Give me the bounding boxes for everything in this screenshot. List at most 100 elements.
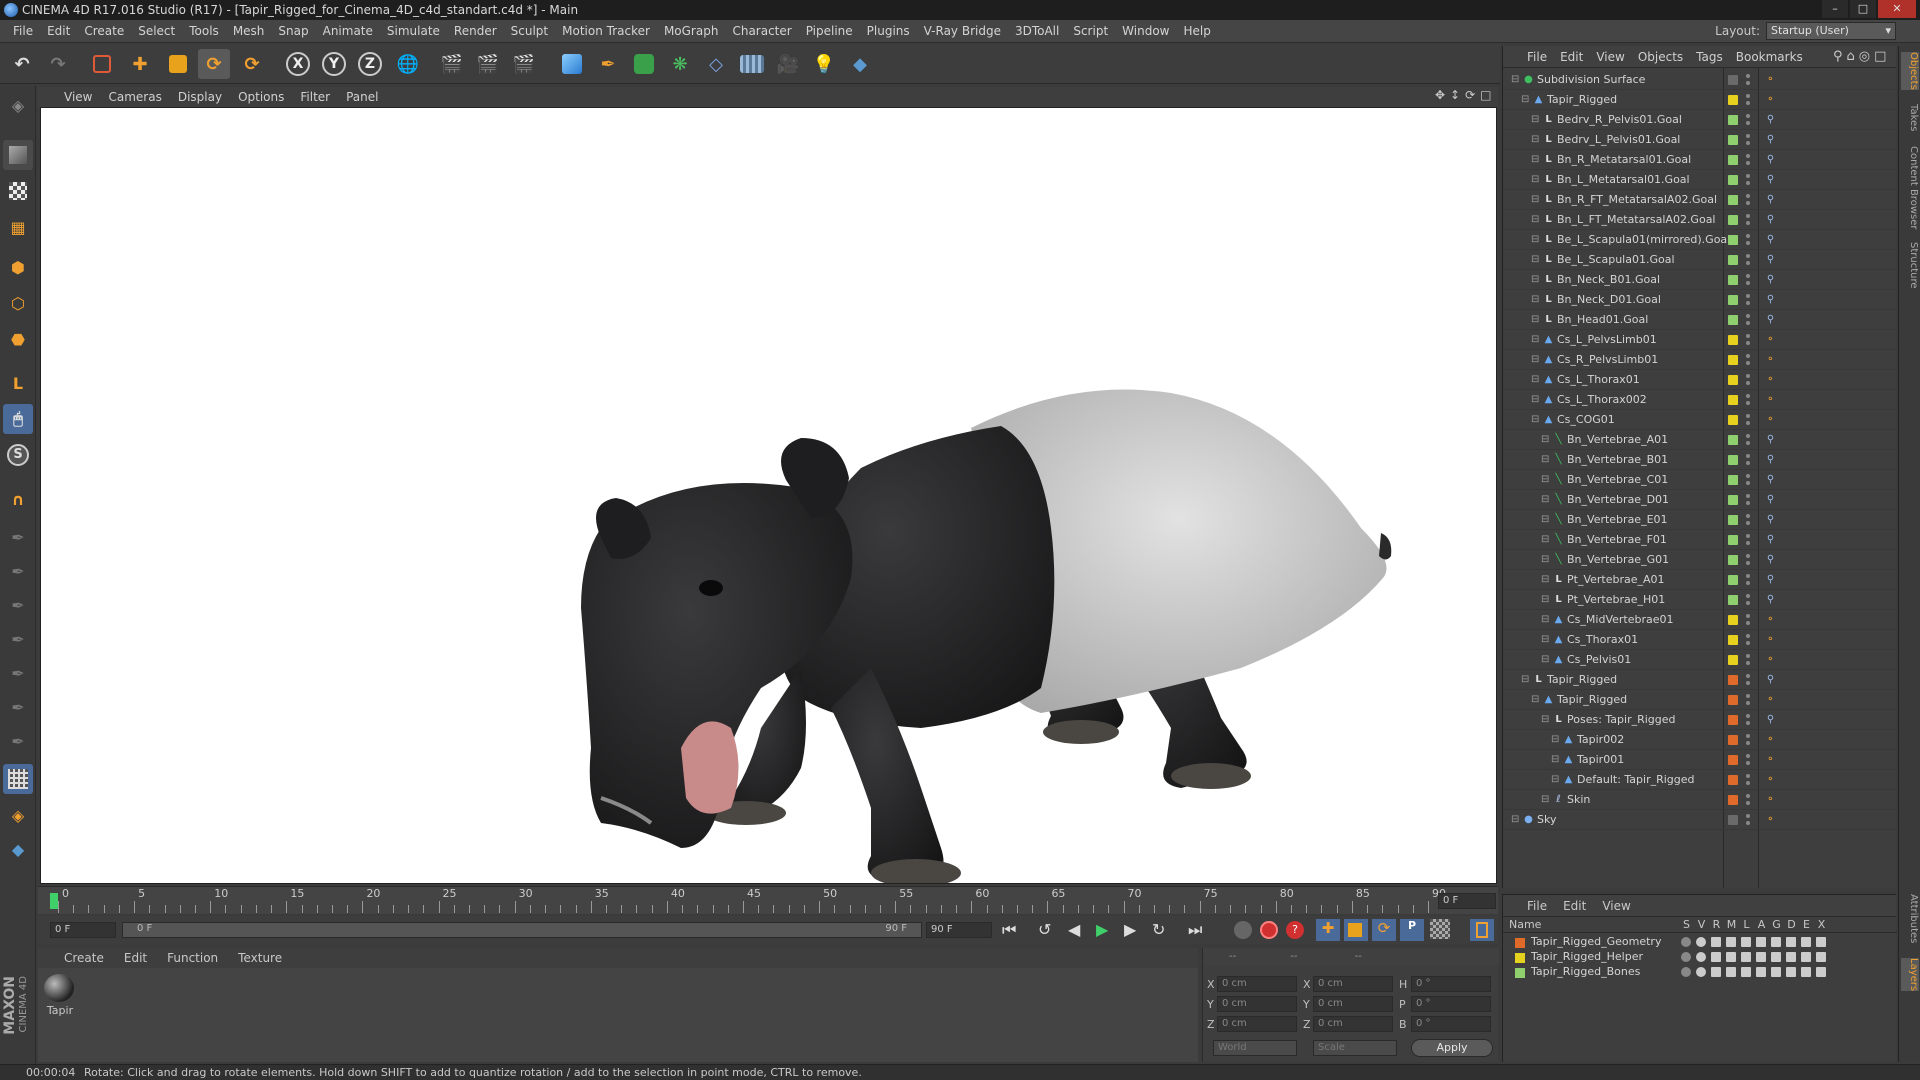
object-row[interactable]: ⊟ L Tapir_Rigged ⚲	[1503, 670, 1897, 690]
layer-flag-toggle[interactable]	[1696, 952, 1706, 962]
object-tag-icon[interactable]: ⚲	[1765, 214, 1776, 225]
object-name[interactable]: Bn_Vertebrae_E01	[1567, 513, 1668, 526]
render-visibility-dot[interactable]	[1746, 81, 1750, 85]
expand-toggle-icon[interactable]: ⊟	[1541, 454, 1552, 465]
render-visibility-dot[interactable]	[1746, 801, 1750, 805]
add-array-button[interactable]: ❋	[664, 49, 696, 79]
objects-menu-objects[interactable]: Objects	[1638, 50, 1683, 64]
object-manager-nav-icons[interactable]: ⚲⌂◎□	[1833, 49, 1890, 64]
layer-color-swatch[interactable]	[1728, 415, 1738, 425]
render-visibility-dot[interactable]	[1746, 521, 1750, 525]
layer-flag-toggle[interactable]	[1681, 952, 1691, 962]
object-tag-icon[interactable]: ⚲	[1765, 254, 1776, 265]
object-row[interactable]: ⊟ ▲ Cs_Pelvis01 ⚬	[1503, 650, 1897, 670]
object-tag-icon[interactable]: ⚬	[1765, 414, 1776, 425]
layer-color-swatch[interactable]	[1728, 95, 1738, 105]
menu-create[interactable]: Create	[77, 24, 131, 38]
size-mode-dropdown[interactable]: Scale	[1313, 1040, 1397, 1056]
solo-button[interactable]: ◈	[3, 800, 33, 830]
layer-color-swatch[interactable]	[1728, 475, 1738, 485]
editor-visibility-dot[interactable]	[1746, 714, 1750, 718]
frame-range-slider[interactable]: 0 F 90 F	[122, 922, 922, 938]
objects-menu-edit[interactable]: Edit	[1560, 50, 1583, 64]
layers-menu-file[interactable]: File	[1527, 899, 1547, 913]
render-visibility-dot[interactable]	[1746, 241, 1750, 245]
render-visibility-dot[interactable]	[1746, 321, 1750, 325]
object-tag-icon[interactable]: ⚲	[1765, 534, 1776, 545]
viewport-menu-panel[interactable]: Panel	[346, 90, 378, 104]
layer-color-swatch[interactable]	[1728, 115, 1738, 125]
object-row[interactable]: ⊟ ▲ Cs_L_PelvsLimb01 ⚬	[1503, 330, 1897, 350]
object-tag-icon[interactable]: ⚬	[1765, 74, 1776, 85]
sculpt-tool-4-button[interactable]: ✒	[3, 624, 33, 654]
expand-toggle-icon[interactable]: ⊟	[1531, 694, 1542, 705]
object-row[interactable]: ⊟ ▲ Cs_L_Thorax01 ⚬	[1503, 370, 1897, 390]
move-tool-button[interactable]: ✚	[124, 49, 156, 79]
layer-color-swatch[interactable]	[1728, 295, 1738, 305]
maximize-button[interactable]: □	[1850, 0, 1876, 18]
menu-animate[interactable]: Animate	[316, 24, 380, 38]
menu-script[interactable]: Script	[1066, 24, 1115, 38]
objects-menu-bookmarks[interactable]: Bookmarks	[1736, 50, 1803, 64]
editor-visibility-dot[interactable]	[1746, 654, 1750, 658]
key-pla-button[interactable]	[1430, 919, 1454, 941]
object-name[interactable]: Skin	[1567, 793, 1590, 806]
layer-color-swatch[interactable]	[1728, 695, 1738, 705]
object-row[interactable]: ⊟ L Bn_Neck_B01.Goal ⚲	[1503, 270, 1897, 290]
expand-toggle-icon[interactable]: ⊟	[1551, 774, 1562, 785]
editor-visibility-dot[interactable]	[1746, 774, 1750, 778]
object-name[interactable]: Be_L_Scapula01(mirrored).Goal	[1557, 233, 1730, 246]
expand-toggle-icon[interactable]: ⊟	[1541, 614, 1552, 625]
render-view-button[interactable]: 🎬	[436, 49, 468, 79]
object-row[interactable]: ⊟ L Bn_Head01.Goal ⚲	[1503, 310, 1897, 330]
object-name[interactable]: Cs_L_Thorax01	[1557, 373, 1640, 386]
expand-toggle-icon[interactable]: ⊟	[1531, 234, 1542, 245]
editor-visibility-dot[interactable]	[1746, 614, 1750, 618]
object-row[interactable]: ⊟ ▲ Default: Tapir_Rigged ⚬	[1503, 770, 1897, 790]
editor-visibility-dot[interactable]	[1746, 94, 1750, 98]
editor-visibility-dot[interactable]	[1746, 314, 1750, 318]
editor-visibility-dot[interactable]	[1746, 174, 1750, 178]
layer-flag-toggle[interactable]	[1741, 952, 1751, 962]
object-row[interactable]: ⊟ L Bn_R_FT_MetatarsalA02.Goal ⚲	[1503, 190, 1897, 210]
object-name[interactable]: Bn_Vertebrae_F01	[1567, 533, 1667, 546]
object-tag-icon[interactable]: ⚲	[1765, 194, 1776, 205]
layer-flag-toggle[interactable]	[1801, 967, 1811, 977]
render-visibility-dot[interactable]	[1746, 621, 1750, 625]
expand-toggle-icon[interactable]: ⊟	[1531, 254, 1542, 265]
object-tag-icon[interactable]: ⚲	[1765, 594, 1776, 605]
object-tag-icon[interactable]: ⚬	[1765, 754, 1776, 765]
layer-color-swatch[interactable]	[1728, 135, 1738, 145]
layer-flag-toggle[interactable]	[1816, 952, 1826, 962]
layer-flag-toggle[interactable]	[1726, 952, 1736, 962]
expand-toggle-icon[interactable]: ⊟	[1541, 794, 1552, 805]
object-tag-icon[interactable]: ⚬	[1765, 614, 1776, 625]
object-tag-icon[interactable]: ⚬	[1765, 814, 1776, 825]
record-button[interactable]	[1260, 921, 1278, 939]
layer-color-swatch[interactable]	[1728, 335, 1738, 345]
sculpt-tool-6-button[interactable]: ✒	[3, 692, 33, 722]
layer-color-swatch[interactable]	[1728, 375, 1738, 385]
expand-toggle-icon[interactable]: ⊟	[1511, 814, 1522, 825]
layer-flag-toggle[interactable]	[1756, 937, 1766, 947]
editor-visibility-dot[interactable]	[1746, 334, 1750, 338]
pos-x-field[interactable]: 0 cm	[1217, 976, 1297, 992]
timeline-window-button[interactable]	[1470, 919, 1494, 941]
make-editable-button[interactable]: ◈	[3, 90, 33, 120]
menu-3dtoall[interactable]: 3DToAll	[1008, 24, 1066, 38]
prev-frame-button[interactable]: ◀	[1068, 920, 1080, 939]
editor-visibility-dot[interactable]	[1746, 754, 1750, 758]
object-tag-icon[interactable]: ⚲	[1765, 314, 1776, 325]
start-frame-field[interactable]: 0 F	[50, 922, 116, 938]
render-visibility-dot[interactable]	[1746, 181, 1750, 185]
object-tag-icon[interactable]: ⚬	[1765, 734, 1776, 745]
expand-toggle-icon[interactable]: ⊟	[1531, 294, 1542, 305]
editor-visibility-dot[interactable]	[1746, 434, 1750, 438]
add-camera-button[interactable]: 🎥	[772, 49, 804, 79]
rotate-tool-button[interactable]: ⟳	[198, 49, 230, 79]
object-tag-icon[interactable]: ⚲	[1765, 174, 1776, 185]
expand-toggle-icon[interactable]: ⊟	[1531, 274, 1542, 285]
next-key-button[interactable]: ↻	[1152, 920, 1165, 939]
render-visibility-dot[interactable]	[1746, 221, 1750, 225]
key-scale-button[interactable]	[1344, 919, 1368, 941]
